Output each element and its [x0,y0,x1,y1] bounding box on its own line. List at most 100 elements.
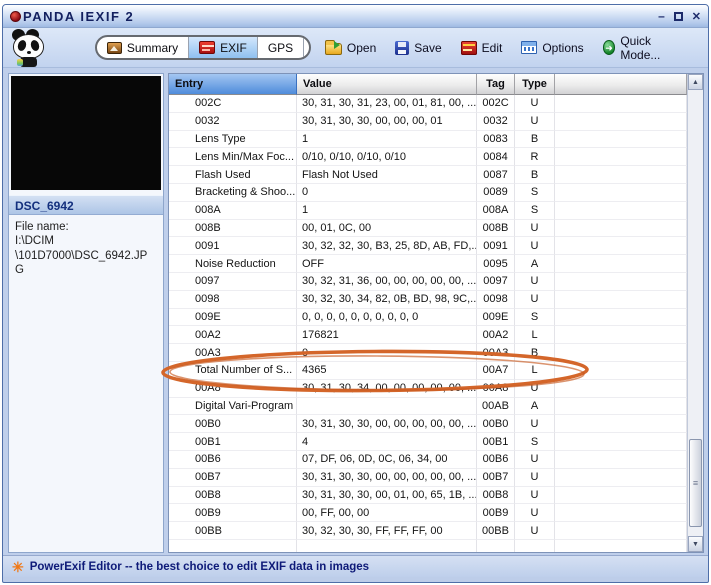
cell-entry [169,539,297,552]
exif-stamp-icon [199,41,216,54]
cell-entry: 00A2 [169,326,297,345]
table-row[interactable]: 00B8 30, 31, 30, 30, 00, 01, 00, 65, 1B, … [169,486,687,505]
table-row[interactable]: 00B0 30, 31, 30, 30, 00, 00, 00, 00, 00, … [169,415,687,434]
table-row[interactable]: Flash Used Flash Not Used 0087 B [169,166,687,184]
cell-empty [555,183,687,202]
cell-entry: Lens Type [169,130,297,149]
cell-tag: 0091 [477,237,515,256]
cell-entry: 0032 [169,112,297,131]
table-row[interactable]: 002C 30, 31, 30, 31, 23, 00, 01, 81, 00, … [169,95,687,113]
table-row[interactable]: Total Number of S... 4365 00A7 L [169,361,687,380]
cell-entry: 008B [169,219,297,238]
maximize-button[interactable] [673,11,683,21]
cell-tag: 00A7 [477,361,515,380]
cell-entry: 0097 [169,272,297,291]
edit-button[interactable]: Edit [460,40,502,55]
cell-value: 00, 01, 0C, 00 [297,219,477,238]
table-row[interactable]: 00B1 4 00B1 S [169,433,687,451]
table-row[interactable]: 00A8 30, 31, 30, 34, 00, 00, 00, 00, 00, … [169,379,687,398]
table-row[interactable]: 0097 30, 32, 31, 36, 00, 00, 00, 00, 00, … [169,272,687,291]
cell-value: 30, 31, 30, 30, 00, 00, 00, 00, 00, ... [297,468,477,487]
cell-tag: 0083 [477,130,515,149]
cell-type: L [515,326,555,345]
cell-type: R [515,148,555,167]
scroll-up-button[interactable]: ▲ [688,74,703,90]
cell-type: U [515,468,555,487]
table-row[interactable]: 009E 0, 0, 0, 0, 0, 0, 0, 0, 0, 0 009E S [169,308,687,327]
table-row[interactable]: 008B 00, 01, 0C, 00 008B U [169,219,687,238]
cell-value: 30, 32, 30, 34, 82, 0B, BD, 98, 9C,... [297,290,477,309]
cell-empty [555,433,687,451]
column-header-tag[interactable]: Tag [477,74,515,95]
save-button[interactable]: Save [395,40,442,55]
cell-type: U [515,237,555,256]
tab-exif[interactable]: EXIF [189,37,258,58]
cell-empty [555,468,687,487]
table-row[interactable] [169,539,687,552]
cell-type: S [515,308,555,327]
window-bottom-edge [3,577,708,582]
quick-mode-button[interactable]: ➜ Quick Mode... [602,34,681,62]
file-name-label: File name: [15,221,69,233]
table-row[interactable]: 00B9 00, FF, 00, 00 00B9 U [169,504,687,523]
file-path-line: G [15,264,24,277]
open-button[interactable]: Open [324,39,376,55]
cell-entry: 00B9 [169,504,297,523]
column-header-value[interactable]: Value [297,74,477,95]
minimize-button[interactable]: – [658,10,665,22]
cell-type: A [515,255,555,273]
tab-summary[interactable]: Summary [97,37,190,58]
table-row[interactable]: 00B7 30, 31, 30, 30, 00, 00, 00, 00, 00, … [169,468,687,487]
cell-tag: 002C [477,95,515,113]
cell-value: 30, 31, 30, 30, 00, 01, 00, 65, 1B, ... [297,486,477,505]
table-row[interactable]: Lens Type 1 0083 B [169,130,687,149]
table-row[interactable]: 00BB 30, 32, 30, 30, FF, FF, FF, 00 00BB U [169,522,687,540]
cell-value: 1 [297,201,477,220]
photo-thumbnail[interactable] [11,76,161,190]
scroll-down-button[interactable]: ▼ [688,536,703,552]
cell-type: U [515,272,555,291]
cell-empty [555,201,687,220]
cell-type: B [515,166,555,184]
cell-empty [555,237,687,256]
cell-entry: 00B1 [169,433,297,451]
cell-type: U [515,450,555,469]
column-header-entry[interactable]: Entry [169,74,297,95]
cell-tag: 00B8 [477,486,515,505]
table-row[interactable]: Digital Vari-Program 00AB A [169,397,687,416]
cell-empty [555,522,687,540]
vertical-scrollbar[interactable]: ▲ ≡ ▼ [687,74,703,552]
title-bar: PANDA IEXIF 2 – ✕ [3,5,708,28]
cell-empty [555,415,687,434]
tab-iptc[interactable]: IPTC [304,37,309,58]
cell-type: S [515,201,555,220]
table-row[interactable]: 0098 30, 32, 30, 34, 82, 0B, BD, 98, 9C,.… [169,290,687,309]
cell-value [297,539,477,552]
table-row[interactable]: 00A2 176821 00A2 L [169,326,687,345]
cell-tag: 00B7 [477,468,515,487]
table-row[interactable]: Lens Min/Max Foc... 0/10, 0/10, 0/10, 0/1… [169,148,687,167]
cell-tag: 008A [477,201,515,220]
table-row[interactable]: 00A3 0 00A3 B [169,344,687,362]
cell-value: 30, 32, 32, 30, B3, 25, 8D, AB, FD,... [297,237,477,256]
tab-gps[interactable]: GPS [258,37,305,58]
cell-value: 30, 32, 31, 36, 00, 00, 00, 00, 00, ... [297,272,477,291]
scrollbar-thumb[interactable]: ≡ [689,439,702,527]
table-row[interactable]: 0091 30, 32, 32, 30, B3, 25, 8D, AB, FD,.… [169,237,687,256]
window-title: PANDA IEXIF 2 [23,8,135,24]
options-button[interactable]: Options [521,41,584,55]
table-row[interactable]: Bracketing & Shoo... 0 0089 S [169,183,687,202]
close-button[interactable]: ✕ [692,10,701,23]
cell-tag: 0032 [477,112,515,131]
table-row[interactable]: Noise Reduction OFF 0095 A [169,255,687,273]
cell-empty [555,361,687,380]
cell-entry: 00A8 [169,379,297,398]
table-row[interactable]: 008A 1 008A S [169,201,687,220]
cell-entry: Digital Vari-Program [169,397,297,416]
table-row[interactable]: 00B6 07, DF, 06, 0D, 0C, 06, 34, 00 00B6 U [169,450,687,469]
cell-tag: 00B1 [477,433,515,451]
column-header-type[interactable]: Type [515,74,555,95]
view-tab-group: Summary EXIF GPS IPTC [94,35,311,60]
table-row[interactable]: 0032 30, 31, 30, 30, 00, 00, 00, 01 0032 U [169,112,687,131]
cell-value: 00, FF, 00, 00 [297,504,477,523]
